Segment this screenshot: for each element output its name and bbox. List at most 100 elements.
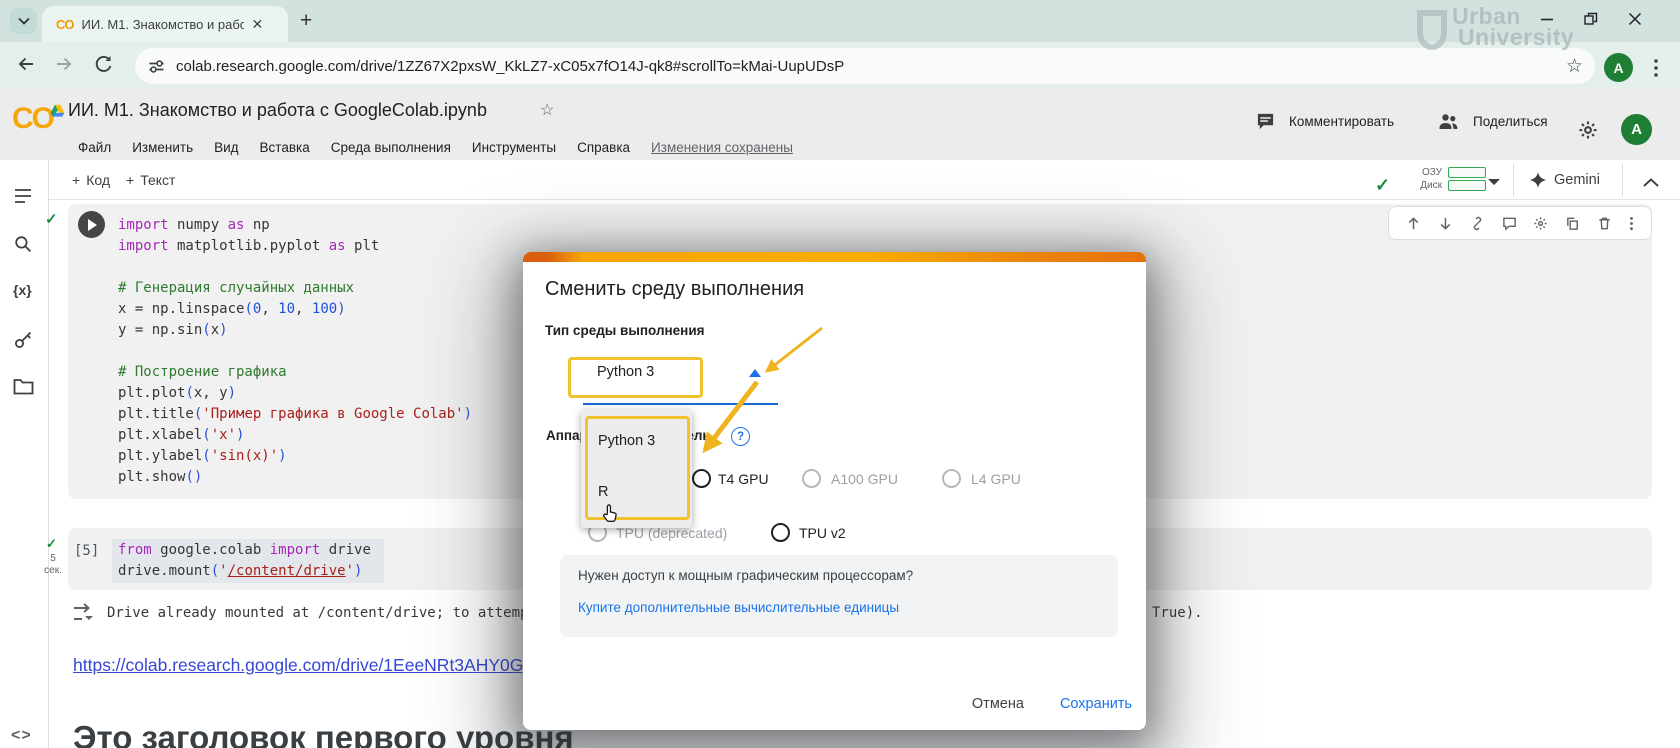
menu-runtime[interactable]: Среда выполнения xyxy=(331,140,451,155)
copy-cell-icon[interactable] xyxy=(1565,216,1580,231)
disk-label: Диск xyxy=(1406,179,1442,192)
browser-avatar[interactable]: A xyxy=(1604,53,1633,82)
doc-link[interactable]: https://colab.research.google.com/drive/… xyxy=(73,655,527,676)
menu-tools[interactable]: Инструменты xyxy=(472,140,556,155)
forward-icon[interactable] xyxy=(54,54,74,74)
browser-tab[interactable]: CO ИИ. М1. Знакомство и работа ✕ xyxy=(42,6,288,42)
output-text-right: True). xyxy=(1152,603,1203,624)
disk-usage-bar[interactable] xyxy=(1448,180,1486,191)
radio-tpu-v2[interactable]: TPU v2 xyxy=(771,523,846,542)
settings-gear-icon[interactable] xyxy=(1578,120,1598,140)
secrets-key-icon[interactable] xyxy=(13,330,34,350)
cell-settings-gear-icon[interactable] xyxy=(1533,216,1548,231)
cell1-code[interactable]: import numpy as npimport matplotlib.pypl… xyxy=(118,215,472,488)
doc-heading: Это заголовок первого уровня xyxy=(73,719,574,748)
plus-icon: + xyxy=(72,172,80,188)
menu-edit[interactable]: Изменить xyxy=(132,140,193,155)
radio-circle[interactable] xyxy=(942,469,961,488)
share-button[interactable]: Поделиться xyxy=(1438,112,1548,130)
resources-dropdown-icon[interactable] xyxy=(1488,178,1500,185)
files-folder-icon[interactable] xyxy=(13,378,34,395)
divider xyxy=(1622,164,1623,196)
link-icon[interactable] xyxy=(1470,216,1485,231)
close-button[interactable] xyxy=(1628,12,1642,26)
menu-file[interactable]: Файл xyxy=(78,140,111,155)
cell2-exec-time-unit: сек. xyxy=(40,564,66,577)
save-button[interactable]: Сохранить xyxy=(1060,696,1132,712)
url-text[interactable]: colab.research.google.com/drive/1ZZ67X2p… xyxy=(176,58,1566,75)
radio-a100-gpu[interactable]: A100 GPU xyxy=(802,469,898,488)
radio-t4-gpu[interactable]: T4 GPU xyxy=(692,469,769,488)
radio-label: TPU v2 xyxy=(799,525,846,541)
ram-usage-bar[interactable] xyxy=(1448,167,1486,178)
move-cell-up-icon[interactable] xyxy=(1406,216,1421,231)
radio-circle[interactable] xyxy=(692,469,711,488)
colab-logo: CO xyxy=(12,102,53,136)
favorite-star-icon[interactable]: ☆ xyxy=(540,100,554,120)
new-tab-button[interactable]: + xyxy=(300,9,312,33)
runtime-type-label: Тип среды выполнения xyxy=(545,323,705,338)
reload-icon[interactable] xyxy=(93,54,113,74)
ram-disk-labels: ОЗУ Диск xyxy=(1406,166,1442,192)
add-comment-icon[interactable] xyxy=(1502,216,1517,231)
radio-label: L4 GPU xyxy=(971,471,1021,487)
site-info-icon[interactable] xyxy=(147,57,166,76)
variables-icon[interactable]: {x} xyxy=(13,282,32,298)
runtime-dropdown-menu: Python 3 R xyxy=(581,410,692,528)
radio-circle[interactable] xyxy=(802,469,821,488)
add-code-label: Код xyxy=(86,172,110,188)
cell-toolbar xyxy=(1388,206,1652,240)
output-icon[interactable] xyxy=(72,602,96,622)
notebook-title[interactable]: ИИ. М1. Знакомство и работа с GoogleCola… xyxy=(68,100,487,121)
share-label: Поделиться xyxy=(1473,114,1548,129)
table-of-contents-icon[interactable] xyxy=(13,187,33,205)
select-caret-icon[interactable] xyxy=(749,369,761,377)
info-question: Нужен доступ к мощным графическим процес… xyxy=(578,568,913,583)
collapse-toolbar-icon[interactable] xyxy=(1643,178,1659,187)
radio-circle[interactable] xyxy=(771,523,790,542)
code-snippets-icon[interactable]: <> xyxy=(11,727,32,745)
search-icon[interactable] xyxy=(13,234,33,254)
select-underline xyxy=(583,403,778,405)
output-text-left: Drive already mounted at /content/drive;… xyxy=(107,603,528,624)
people-icon xyxy=(1438,112,1459,130)
url-bar[interactable]: colab.research.google.com/drive/1ZZ67X2p… xyxy=(135,48,1595,84)
shield-icon xyxy=(1416,10,1448,50)
run-cell-button[interactable] xyxy=(78,211,105,238)
more-actions-icon[interactable] xyxy=(1629,216,1634,231)
delete-cell-icon[interactable] xyxy=(1597,216,1612,231)
gemini-spark-icon xyxy=(1530,172,1546,188)
radio-label: A100 GPU xyxy=(831,471,898,487)
add-code-button[interactable]: + Код xyxy=(72,172,110,188)
restore-button[interactable] xyxy=(1584,12,1598,26)
connected-check-icon: ✓ xyxy=(1375,175,1390,196)
colab-favicon: CO xyxy=(56,17,74,32)
gemini-button[interactable]: Gemini xyxy=(1530,172,1600,188)
minimize-button[interactable] xyxy=(1540,12,1554,26)
move-cell-down-icon[interactable] xyxy=(1438,216,1453,231)
cancel-button[interactable]: Отмена xyxy=(972,696,1024,712)
plus-icon: + xyxy=(126,172,134,188)
cell1-success-check-icon: ✓ xyxy=(45,210,58,228)
menu-view[interactable]: Вид xyxy=(214,140,238,155)
comment-button[interactable]: Комментировать xyxy=(1256,112,1394,131)
back-icon[interactable] xyxy=(16,54,36,74)
watermark-line2: University xyxy=(1458,27,1574,48)
cell2-code[interactable]: from google.colab import drivedrive.moun… xyxy=(118,540,371,582)
saved-status[interactable]: Изменения сохранены xyxy=(651,140,793,155)
browser-menu-icon[interactable] xyxy=(1653,58,1659,78)
buy-compute-units-link[interactable]: Купите дополнительные вычислительные еди… xyxy=(578,600,899,615)
help-icon[interactable]: ? xyxy=(731,427,750,446)
tab-close-icon[interactable]: ✕ xyxy=(252,16,264,33)
annotation-box-select xyxy=(568,357,703,398)
menu-help[interactable]: Справка xyxy=(577,140,630,155)
add-text-button[interactable]: + Текст xyxy=(126,172,175,188)
bookmark-star-icon[interactable]: ☆ xyxy=(1566,55,1583,78)
comment-icon xyxy=(1256,112,1275,131)
colab-avatar[interactable]: A xyxy=(1621,114,1652,145)
chevron-down-icon xyxy=(18,17,30,25)
radio-l4-gpu[interactable]: L4 GPU xyxy=(942,469,1021,488)
menu-insert[interactable]: Вставка xyxy=(260,140,310,155)
comment-label: Комментировать xyxy=(1289,114,1394,129)
tab-search-button[interactable] xyxy=(10,8,37,34)
